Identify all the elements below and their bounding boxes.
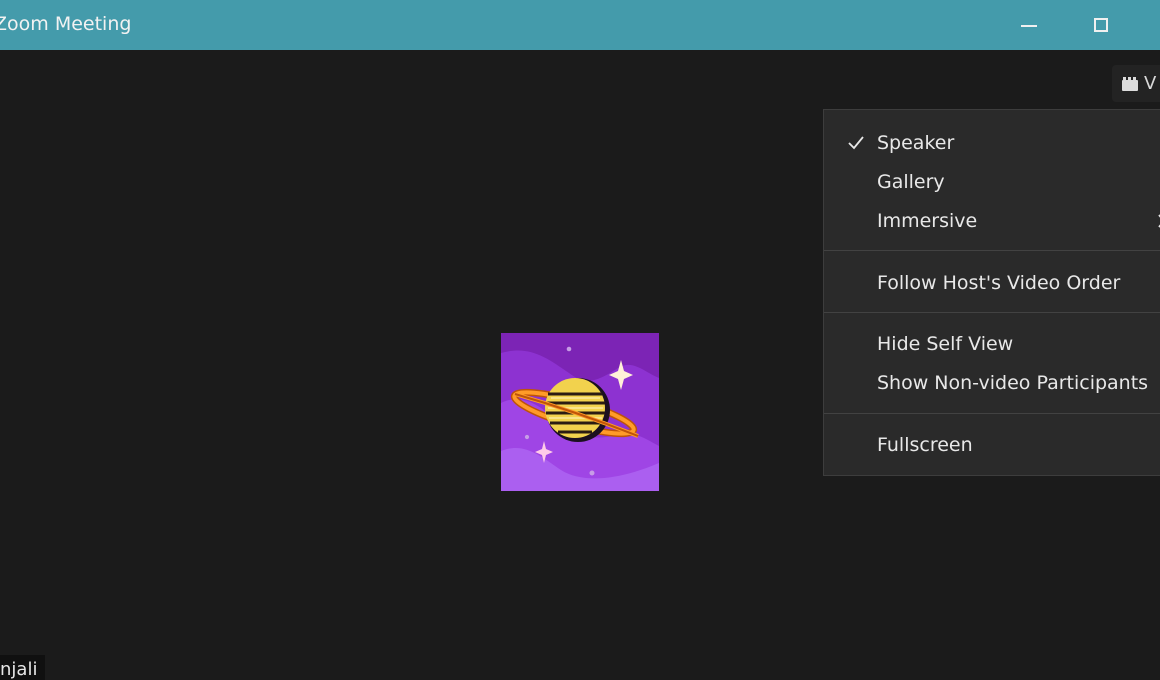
zoom-meeting-window: Zoom Meeting V Speaker Gallery Immersive… <box>0 0 1160 680</box>
menu-item-immersive-label: Immersive <box>877 210 978 232</box>
menu-item-follow-host-video-order[interactable]: Follow Host's Video Order <box>877 271 1120 295</box>
minimize-button[interactable] <box>1002 0 1056 50</box>
view-button[interactable]: V <box>1112 65 1160 102</box>
menu-item-gallery[interactable]: Gallery <box>877 170 945 194</box>
menu-item-speaker-label: Speaker <box>877 132 955 154</box>
maximize-button[interactable] <box>1074 0 1128 50</box>
view-button-label: V <box>1144 73 1157 94</box>
menu-item-hide-self-view-label: Hide Self View <box>877 333 1014 355</box>
menu-divider <box>824 250 1160 251</box>
menu-item-show-non-video-participants-label: Show Non-video Participants <box>877 372 1149 394</box>
menu-item-speaker[interactable]: Speaker <box>877 131 954 155</box>
menu-divider <box>824 312 1160 313</box>
participant-avatar <box>501 333 659 491</box>
menu-item-immersive[interactable]: Immersive <box>877 209 977 233</box>
menu-divider <box>824 413 1160 414</box>
menu-item-follow-host-video-order-label: Follow Host's Video Order <box>877 272 1121 294</box>
participant-name-tag: njali <box>0 655 46 680</box>
maximize-icon <box>1094 18 1108 32</box>
menu-item-gallery-label: Gallery <box>877 171 945 193</box>
menu-item-fullscreen[interactable]: Fullscreen <box>877 433 973 457</box>
menu-item-show-non-video-participants[interactable]: Show Non-video Participants <box>877 371 1148 395</box>
planet-avatar-image <box>501 333 659 491</box>
check-icon <box>848 136 864 150</box>
window-title: Zoom Meeting <box>0 13 132 35</box>
menu-item-fullscreen-label: Fullscreen <box>877 434 973 456</box>
minimize-icon <box>1021 25 1037 27</box>
title-bar[interactable]: Zoom Meeting <box>0 0 1160 50</box>
menu-item-hide-self-view[interactable]: Hide Self View <box>877 332 1013 356</box>
view-grid-icon <box>1122 76 1138 91</box>
view-options-menu: Speaker Gallery Immersive Follow Host's … <box>823 109 1160 476</box>
